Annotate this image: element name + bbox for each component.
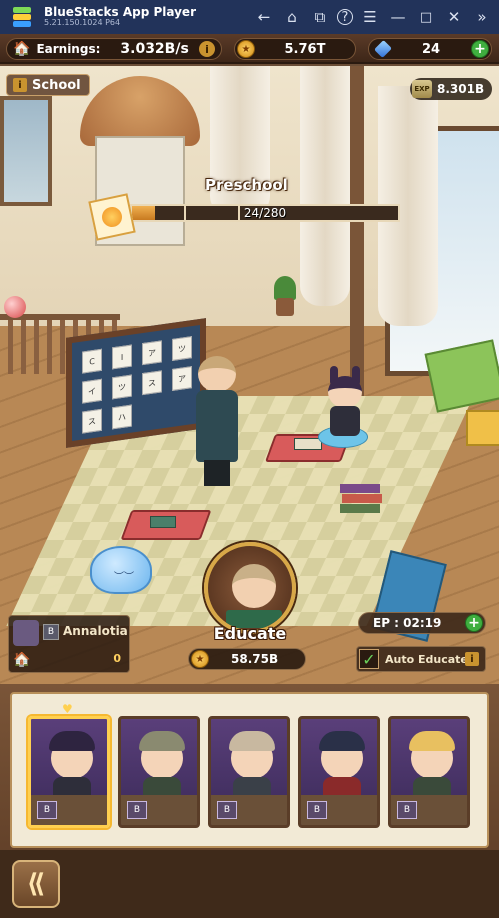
- educate-cost-value: 58.75B: [231, 652, 279, 666]
- rank-badge: B: [43, 624, 59, 640]
- back-button[interactable]: ⟪: [12, 860, 60, 908]
- app-version: 5.21.150.1024 P64: [44, 18, 121, 28]
- help-icon[interactable]: ?: [337, 9, 353, 25]
- character-roster: B ♥ B B B B: [10, 692, 489, 848]
- minimize-icon[interactable]: —: [387, 6, 409, 28]
- auto-educate-checkbox[interactable]: ✓: [359, 649, 379, 669]
- expand-icon[interactable]: »: [471, 6, 493, 28]
- blackboard: C I ア ツ イ ツ ス ア ス ハ: [66, 318, 206, 448]
- character-card[interactable]: B: [388, 716, 470, 828]
- character-card[interactable]: B: [208, 716, 290, 828]
- selected-marker-icon: ♥: [62, 702, 73, 716]
- multi-window-icon[interactable]: ⧉: [309, 6, 331, 28]
- coin-icon: ★: [237, 40, 255, 58]
- back-arrow-icon[interactable]: ←: [253, 6, 275, 28]
- character-value: 0: [113, 652, 121, 665]
- auto-educate-toggle[interactable]: ✓ Auto Educate i: [356, 646, 486, 672]
- resource-bar: 🏠 Earnings: 3.032B/s i ★ 5.76T 24 +: [0, 34, 499, 64]
- add-ep-button[interactable]: +: [465, 614, 483, 632]
- teacher-character[interactable]: [192, 356, 242, 486]
- potted-plant: [268, 276, 302, 316]
- progress-text: 24/280: [243, 206, 287, 220]
- educate-button[interactable]: [204, 542, 296, 634]
- gems-pill: 24 +: [368, 38, 492, 60]
- emulator-titlebar: BlueStacks App Player 5.21.150.1024 P64 …: [0, 0, 499, 34]
- character-card[interactable]: B: [298, 716, 380, 828]
- character-card[interactable]: B: [118, 716, 200, 828]
- location-info-icon: i: [13, 78, 27, 92]
- house-icon: 🏠: [13, 41, 31, 57]
- window-left: [0, 96, 52, 206]
- gems-value: 24: [421, 41, 441, 57]
- home-icon[interactable]: ⌂: [281, 6, 303, 28]
- coins-pill: ★ 5.76T: [234, 38, 356, 60]
- coin-icon: ★: [191, 650, 209, 668]
- rank-badge: B: [397, 801, 417, 819]
- educate-cost: ★ 58.75B: [188, 648, 306, 670]
- character-card[interactable]: B: [28, 716, 110, 828]
- stage-progress-bar: 24/280: [130, 204, 400, 222]
- house-icon: 🏠: [13, 652, 31, 668]
- rank-badge: B: [127, 801, 147, 819]
- close-icon[interactable]: ✕: [443, 6, 465, 28]
- exp-icon: EXP: [412, 80, 432, 98]
- ep-timer: EP : 02:19 +: [358, 612, 486, 634]
- game-viewport: 🏠 Earnings: 3.032B/s i ★ 5.76T 24 + C I …: [0, 34, 499, 918]
- coins-value: 5.76T: [284, 41, 326, 57]
- exp-display: EXP 8.301B: [410, 78, 493, 100]
- earnings-value: 3.032B/s: [120, 41, 189, 57]
- rank-badge: B: [217, 801, 237, 819]
- maximize-icon[interactable]: □: [415, 6, 437, 28]
- ep-label: EP : 02:19: [373, 616, 442, 630]
- rank-badge: B: [307, 801, 327, 819]
- bluestacks-logo-icon: [8, 3, 36, 31]
- gem-icon: [373, 39, 393, 59]
- character-name: Annalotia: [63, 624, 128, 638]
- add-gems-button[interactable]: +: [471, 40, 489, 58]
- blue-slime[interactable]: ︶︶: [90, 546, 152, 594]
- stage-title: Preschool: [205, 176, 288, 194]
- location-tag[interactable]: i School: [6, 74, 90, 96]
- auto-educate-label: Auto Educate: [385, 652, 468, 666]
- avatar: [13, 620, 39, 646]
- location-name: School: [32, 77, 81, 93]
- toy-ball: [4, 296, 26, 318]
- sun-stage-icon: [88, 193, 136, 241]
- auto-educate-info-icon[interactable]: i: [465, 652, 479, 666]
- book-stack: [340, 484, 384, 522]
- earnings-pill: 🏠 Earnings: 3.032B/s i: [6, 38, 222, 60]
- educate-label[interactable]: Educate: [200, 624, 300, 643]
- selected-character-panel[interactable]: B Annalotia 🏠 0: [8, 615, 130, 673]
- earnings-info-icon[interactable]: i: [199, 41, 215, 57]
- menu-icon[interactable]: ☰: [359, 6, 381, 28]
- exp-value: 8.301B: [437, 82, 485, 96]
- rank-badge: B: [37, 801, 57, 819]
- student-character[interactable]: [322, 366, 368, 446]
- earnings-label: Earnings:: [36, 42, 101, 56]
